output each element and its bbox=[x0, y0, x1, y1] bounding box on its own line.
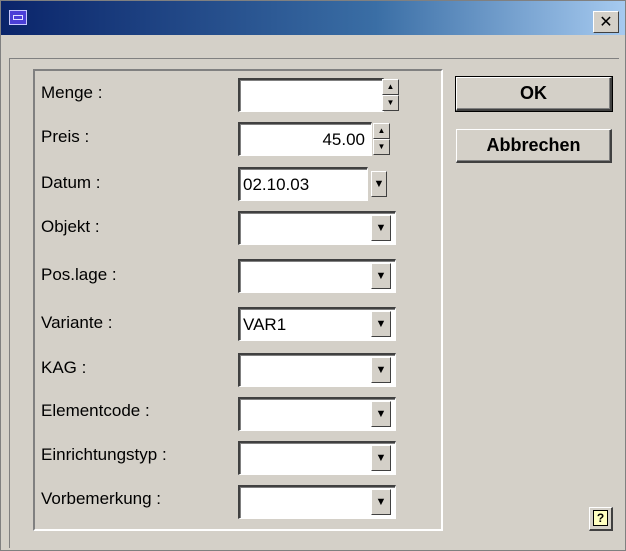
close-button[interactable]: ✕ bbox=[593, 11, 619, 33]
chevron-down-icon[interactable]: ▼ bbox=[371, 357, 391, 383]
preis-input[interactable]: 45.00 bbox=[238, 122, 372, 156]
date-picker-icon[interactable]: ▼ bbox=[371, 171, 387, 197]
spin-up-icon[interactable]: ▲ bbox=[373, 123, 390, 139]
preis-label: Preis : bbox=[41, 127, 90, 146]
chevron-down-icon[interactable]: ▼ bbox=[371, 215, 391, 241]
chevron-down-icon[interactable]: ▼ bbox=[371, 445, 391, 471]
app-icon bbox=[9, 10, 27, 25]
einrichtungstyp-label: Einrichtungstyp : bbox=[41, 445, 167, 464]
preis-spinner[interactable]: ▲ ▼ bbox=[373, 123, 390, 155]
vorbemerkung-label: Vorbemerkung : bbox=[41, 489, 162, 508]
datum-input[interactable]: 02.10.03 bbox=[238, 167, 368, 201]
cancel-button[interactable]: Abbrechen bbox=[456, 129, 612, 163]
elementcode-label: Elementcode : bbox=[41, 401, 150, 420]
menge-label: Menge : bbox=[41, 83, 103, 102]
title-bar[interactable]: ✕ bbox=[1, 1, 625, 35]
variante-label: Variante : bbox=[41, 313, 113, 332]
poslage-label: Pos.lage : bbox=[41, 265, 117, 284]
dialog-window: ✕ Menge : ▲ ▼ Preis : 45.00 ▲ ▼ Datum : … bbox=[0, 0, 626, 551]
chevron-down-icon[interactable]: ▼ bbox=[371, 489, 391, 515]
help-button[interactable]: ? bbox=[589, 507, 613, 531]
chevron-down-icon[interactable]: ▼ bbox=[371, 401, 391, 427]
spin-down-icon[interactable]: ▼ bbox=[382, 95, 399, 111]
datum-label: Datum : bbox=[41, 173, 101, 192]
menge-spinner[interactable]: ▲ ▼ bbox=[382, 79, 399, 111]
ok-button[interactable]: OK bbox=[455, 76, 613, 112]
kag-label: KAG : bbox=[41, 358, 87, 377]
help-icon: ? bbox=[593, 510, 608, 526]
spin-down-icon[interactable]: ▼ bbox=[373, 139, 390, 155]
chevron-down-icon[interactable]: ▼ bbox=[371, 263, 391, 289]
menge-input[interactable] bbox=[238, 78, 384, 112]
objekt-label: Objekt : bbox=[41, 217, 100, 236]
spin-up-icon[interactable]: ▲ bbox=[382, 79, 399, 95]
chevron-down-icon[interactable]: ▼ bbox=[371, 311, 391, 337]
